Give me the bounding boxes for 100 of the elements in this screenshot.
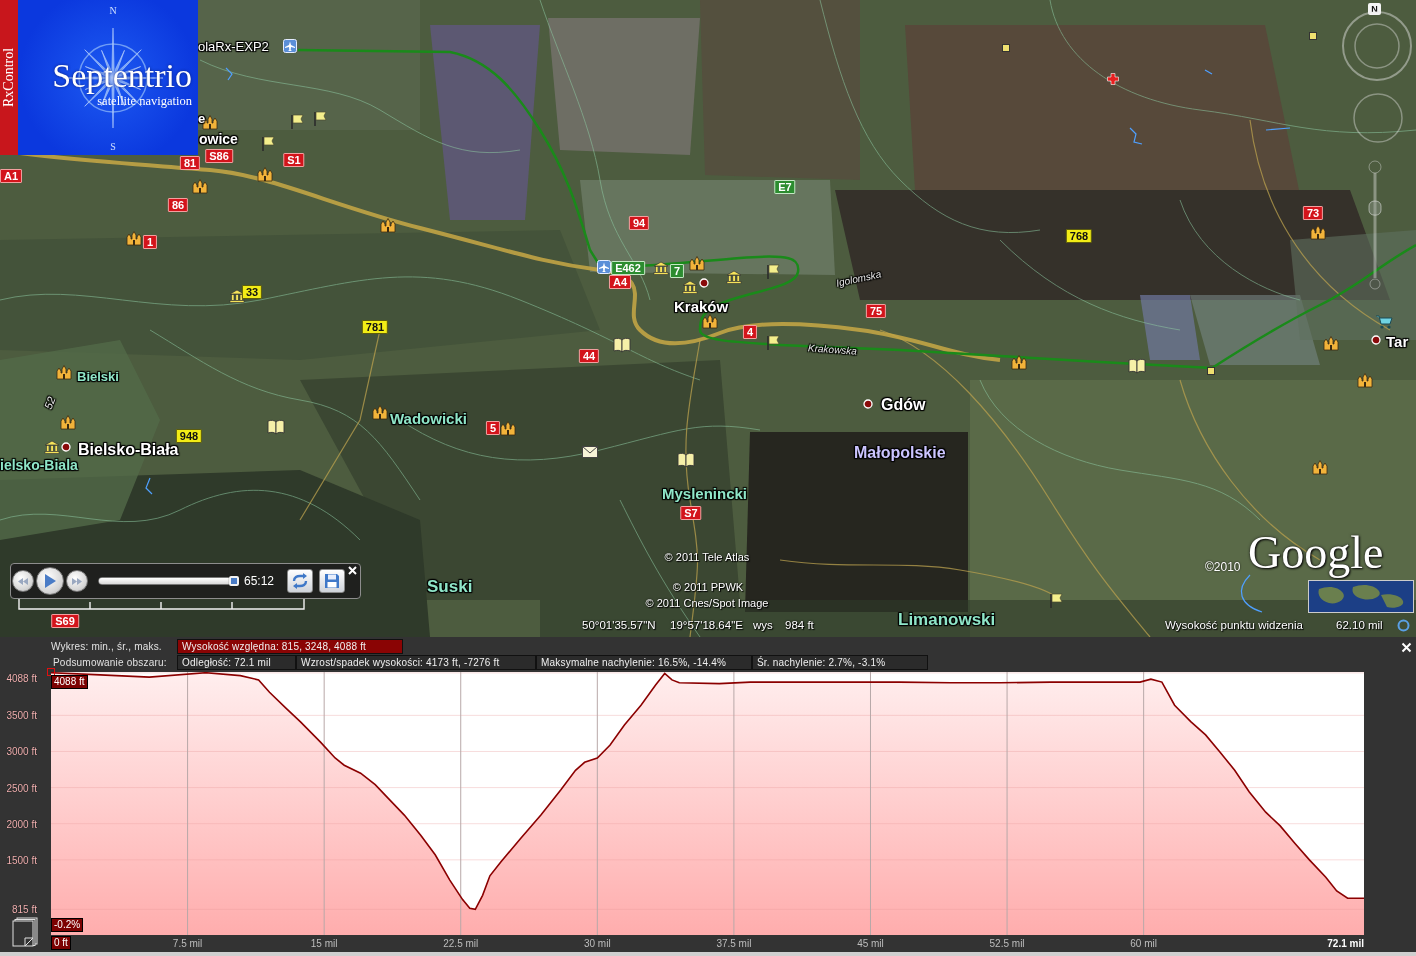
summary-value: Maksymalne nachylenie: 16.5%, -14.4% <box>536 655 752 670</box>
envelope-icon[interactable] <box>582 446 598 458</box>
close-button[interactable] <box>1401 642 1412 653</box>
x-axis-label: 22.5 mil <box>443 938 479 950</box>
pages-icon[interactable] <box>12 917 38 947</box>
place-dot-icon[interactable] <box>863 399 873 409</box>
place-dot-icon[interactable] <box>61 442 71 452</box>
road-number-sign: 4 <box>742 325 758 339</box>
tour-time: 65:12 <box>244 574 275 588</box>
book-icon[interactable] <box>613 337 631 353</box>
elevation-value: 984 ft <box>785 619 814 632</box>
attribution-text: © 2011 Cnes/Spot Image <box>645 597 769 609</box>
plus-icon[interactable] <box>1107 73 1119 85</box>
road-number-sign: 7 <box>669 264 685 278</box>
attribution-text: © 2011 PPWK <box>672 581 744 593</box>
castle-icon[interactable] <box>702 314 718 328</box>
place-name: Bielski <box>77 369 119 383</box>
castle-icon[interactable] <box>1312 460 1328 474</box>
building-icon[interactable] <box>229 289 245 303</box>
castle-icon[interactable] <box>126 231 142 245</box>
y-axis-label: 1500 ft <box>6 854 37 866</box>
y-axis-label: 4088 ft <box>6 672 37 684</box>
place-name: owice <box>199 132 238 146</box>
airplane-icon[interactable] <box>597 260 611 274</box>
world-map-drawing[interactable] <box>1308 580 1414 613</box>
flag-icon[interactable] <box>261 135 275 151</box>
cart-icon[interactable] <box>1375 315 1393 329</box>
fast-forward-icon <box>72 577 82 585</box>
place-dot-icon[interactable] <box>699 278 709 288</box>
square-marker-icon[interactable] <box>1309 32 1317 40</box>
road-number-sign: 44 <box>578 349 600 363</box>
castle-icon[interactable] <box>500 421 516 435</box>
castle-icon[interactable] <box>1323 336 1339 350</box>
close-button[interactable] <box>347 565 358 576</box>
compass-letter: S <box>110 141 116 152</box>
fast-forward-button[interactable] <box>66 570 88 592</box>
building-icon[interactable] <box>44 440 60 454</box>
road-number-sign: 94 <box>628 216 650 230</box>
castle-icon[interactable] <box>60 415 76 429</box>
x-axis-label: 45 mil <box>857 938 884 950</box>
north-indicator[interactable]: N <box>1368 3 1381 15</box>
slider-thumb[interactable] <box>229 576 240 586</box>
repeat-button[interactable] <box>287 569 314 593</box>
place-name: Suski <box>427 577 473 595</box>
x-axis-label: 30 mil <box>583 938 611 950</box>
road-number-sign: 781 <box>361 320 389 334</box>
save-button[interactable] <box>319 569 346 593</box>
x-axis-label: 37.5 mil <box>716 938 752 950</box>
flag-icon[interactable] <box>766 334 780 350</box>
airplane-icon[interactable] <box>283 39 297 53</box>
summary-value: Wzrost/spadek wysokości: 4173 ft, -7276 ft <box>296 655 536 670</box>
zoom-slider[interactable] <box>1366 160 1384 290</box>
tour-progress-slider[interactable] <box>98 577 238 585</box>
street-name: 52 <box>42 395 58 411</box>
building-icon[interactable] <box>653 261 669 275</box>
zoom-slider-thumb[interactable] <box>1368 200 1382 216</box>
castle-icon[interactable] <box>192 179 208 193</box>
place-name: Bielsko-Biała <box>78 442 179 458</box>
castle-icon[interactable] <box>56 365 72 379</box>
ring-icon <box>1397 619 1410 632</box>
book-icon[interactable] <box>1128 358 1146 374</box>
square-marker-icon[interactable] <box>1002 44 1010 52</box>
castle-icon[interactable] <box>372 405 388 419</box>
close-icon <box>1401 642 1412 653</box>
y-axis-label: 2000 ft <box>6 818 37 830</box>
castle-icon[interactable] <box>1357 373 1373 387</box>
square-marker-icon[interactable] <box>1207 367 1215 375</box>
castle-icon[interactable] <box>689 256 705 270</box>
road-number-sign: A4 <box>608 275 632 289</box>
flag-icon[interactable] <box>290 113 304 129</box>
graph-value[interactable]: Wysokość względna: 815, 3248, 4088 ft <box>177 639 403 654</box>
road-number-sign: 81 <box>179 156 201 170</box>
save-icon <box>324 573 341 589</box>
flag-icon[interactable] <box>313 110 327 126</box>
logo-title: Septentrio <box>52 57 192 94</box>
x-axis-label: 60 mil <box>1130 938 1157 950</box>
road-number-sign: 86 <box>167 198 189 212</box>
building-icon[interactable] <box>682 280 698 294</box>
x-axis-label: 7.5 mil <box>172 938 203 950</box>
building-icon[interactable] <box>726 270 742 284</box>
flag-icon[interactable] <box>1049 592 1063 608</box>
latitude-text: 50°01'35.57"N <box>582 619 656 632</box>
castle-icon[interactable] <box>1011 355 1027 369</box>
flag-icon[interactable] <box>766 263 780 279</box>
summary-label: Podsumowanie obszaru: <box>53 657 168 668</box>
eye-altitude-value: 62.10 mil <box>1336 619 1383 632</box>
castle-icon[interactable] <box>380 218 396 232</box>
castle-icon[interactable] <box>257 167 273 181</box>
compass-letter: N <box>109 5 117 16</box>
elevation-label: wys <box>753 619 773 632</box>
place-dot-icon[interactable] <box>1371 335 1381 345</box>
book-icon[interactable] <box>677 452 695 468</box>
rewind-button[interactable] <box>12 570 34 592</box>
x-axis-label: 72.1 mil <box>1327 938 1364 950</box>
street-name: Igolomska <box>835 269 883 289</box>
logo-subtitle: satellite navigation <box>97 93 192 108</box>
navigation-ring[interactable] <box>1341 10 1413 82</box>
castle-icon[interactable] <box>1310 225 1326 239</box>
book-icon[interactable] <box>267 419 285 435</box>
play-button[interactable] <box>36 567 64 595</box>
